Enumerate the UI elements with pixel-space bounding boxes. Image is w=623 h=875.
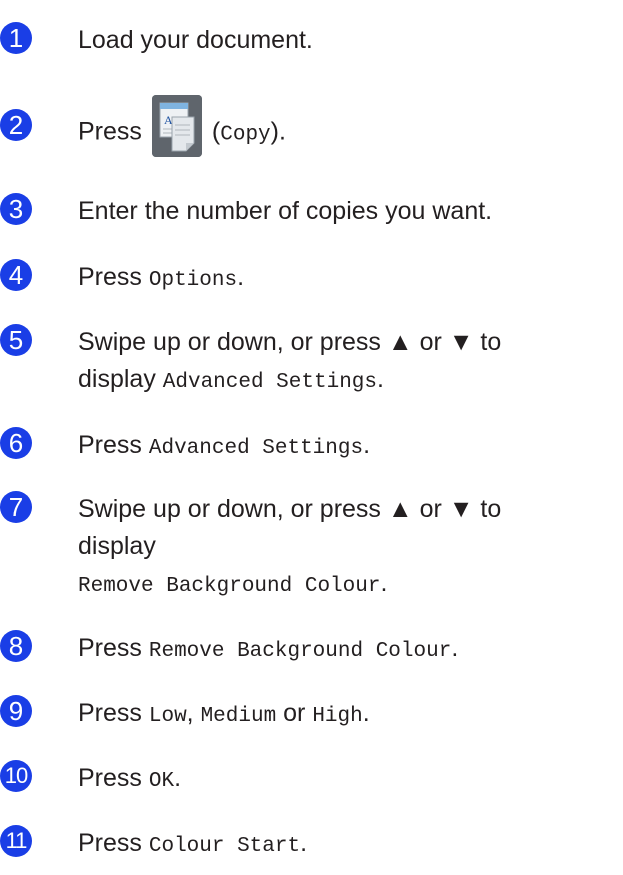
step-number-badge: 10: [0, 760, 32, 792]
step-text: Press Colour Start.: [78, 829, 308, 858]
step-number-badge: 11: [0, 825, 32, 857]
step-text: Press OK.: [78, 764, 182, 793]
step-text: Enter the number of copies you want.: [78, 197, 493, 225]
step-text: Press Remove Background Colour.: [78, 634, 459, 663]
step-number-badge: 8: [0, 630, 32, 662]
step-number-badge: 2: [0, 109, 32, 141]
step-number-badge: 9: [0, 695, 32, 727]
step-text: Load your document.: [78, 26, 313, 54]
step-text: Swipe up or down, or press ▲ or ▼ to dis…: [78, 495, 502, 598]
step-number-badge: 6: [0, 427, 32, 459]
copy-icon: A: [151, 95, 202, 157]
step-text: Press Low, Medium or High.: [78, 699, 370, 728]
step-text: Swipe up or down, or press ▲ or ▼ to dis…: [78, 328, 502, 394]
step-text: Press Options.: [78, 263, 245, 292]
step-number-badge: 3: [0, 193, 32, 225]
step-number-badge: 5: [0, 324, 32, 356]
step-text: Press Advanced Settings.: [78, 431, 371, 460]
step-number-badge: 1: [0, 22, 32, 54]
step-number-badge: 4: [0, 259, 32, 291]
step-text: Press A (Copy).: [78, 95, 623, 157]
step-number-badge: 7: [0, 491, 32, 523]
